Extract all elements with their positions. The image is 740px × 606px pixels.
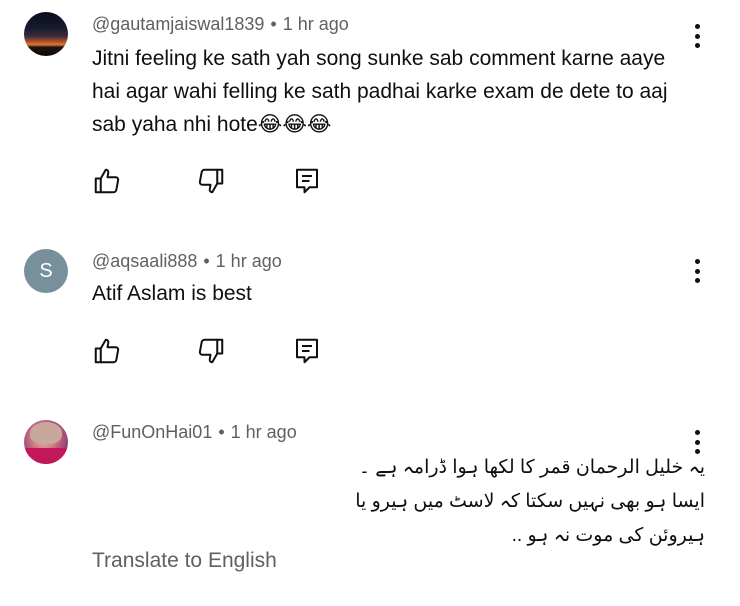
avatar-photo-detail xyxy=(30,422,62,444)
avatar-letter: S xyxy=(39,259,53,282)
comment-author[interactable]: @aqsaali888 xyxy=(92,251,197,271)
dislike-icon[interactable] xyxy=(196,336,226,366)
reply-icon[interactable] xyxy=(292,166,322,196)
meta-separator: • xyxy=(218,422,225,442)
comment-time: 1 hr ago xyxy=(230,422,297,442)
avatar[interactable]: S xyxy=(24,249,68,293)
avatar[interactable] xyxy=(24,12,68,56)
like-icon[interactable] xyxy=(92,166,122,196)
like-icon[interactable] xyxy=(92,336,122,366)
more-vert-icon[interactable] xyxy=(694,259,700,283)
comment-meta: @gautamjaiswal1839 • 1 hr ago xyxy=(92,14,349,35)
reply-icon[interactable] xyxy=(292,336,322,366)
comment-text: Jitni feeling ke sath yah song sunke sab… xyxy=(92,47,668,136)
avatar[interactable] xyxy=(24,420,68,464)
avatar-photo-detail xyxy=(24,448,68,464)
comment-text: Atif Aslam is best xyxy=(92,282,252,305)
comment-meta: @FunOnHai01 • 1 hr ago xyxy=(92,422,297,443)
comment-time: 1 hr ago xyxy=(215,251,282,271)
comment-author[interactable]: @gautamjaiswal1839 xyxy=(92,14,264,34)
comment-time: 1 hr ago xyxy=(282,14,349,34)
comment-meta: @aqsaali888 • 1 hr ago xyxy=(92,251,282,272)
meta-separator: • xyxy=(203,251,210,271)
translate-button[interactable]: Translate to English xyxy=(92,549,277,573)
comment-text: یہ خلیل الرحمان قمر کا لکھا ہوا ڈرامہ ہے… xyxy=(355,457,705,546)
comment-author[interactable]: @FunOnHai01 xyxy=(92,422,212,442)
dislike-icon[interactable] xyxy=(196,166,226,196)
meta-separator: • xyxy=(270,14,277,34)
more-vert-icon[interactable] xyxy=(694,24,700,48)
